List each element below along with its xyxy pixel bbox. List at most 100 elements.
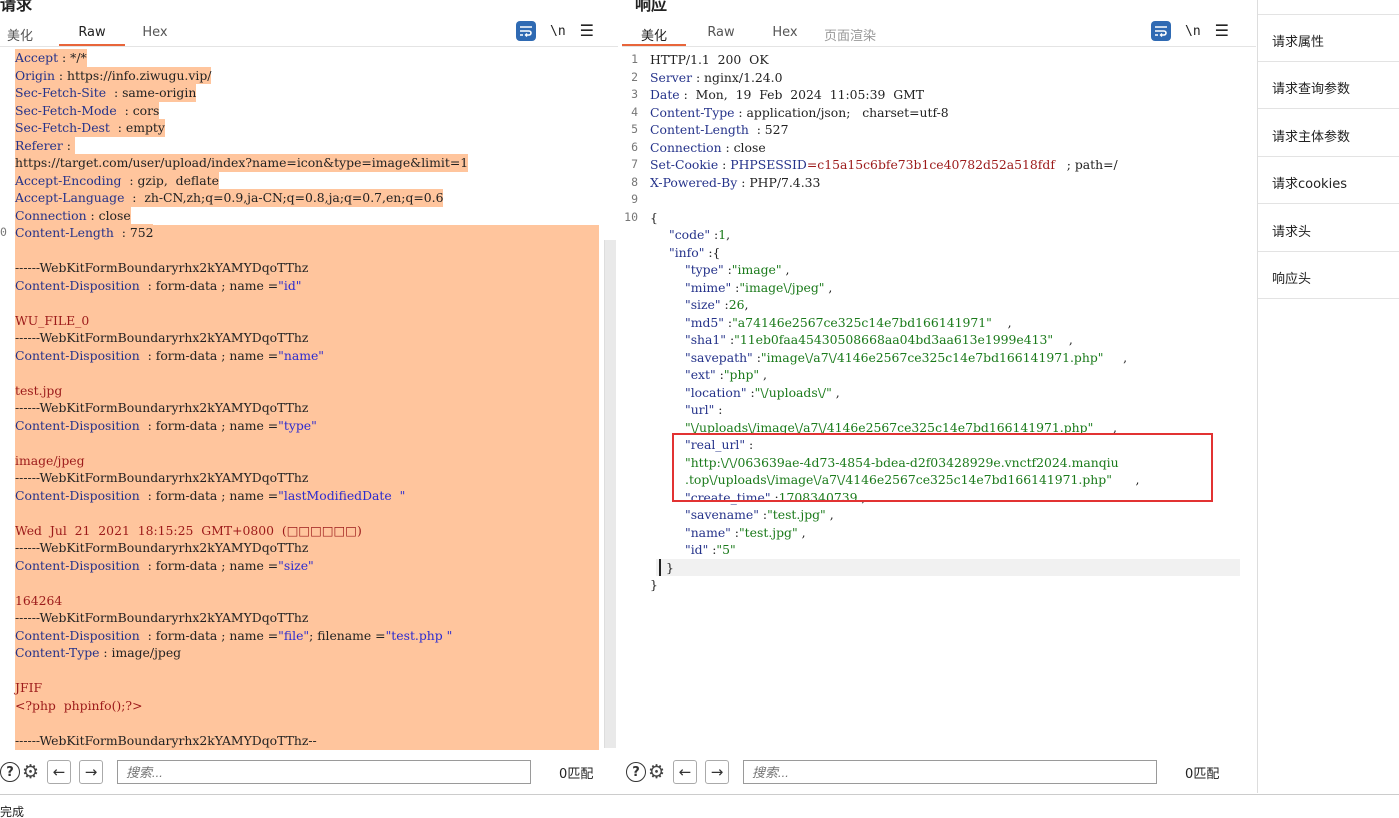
- tab-hex[interactable]: Hex: [770, 24, 800, 46]
- header-name: Sec-Fetch-Mode: [15, 102, 117, 118]
- json-line: "mime" :"image\/jpeg" ,: [624, 279, 1244, 297]
- json-punct: ,: [781, 262, 790, 277]
- header-name: Server: [650, 69, 692, 85]
- gear-icon[interactable]: ⚙: [22, 761, 39, 783]
- json-line: "sha1" :"11eb0faa45430508668aa04bd3aa613…: [624, 331, 1244, 349]
- side-item-body-params[interactable]: 请求主体参数: [1272, 126, 1350, 145]
- header-name: Content-Disposition: [15, 417, 140, 433]
- json-value: "test.jpg": [738, 524, 798, 540]
- separator: :: [58, 50, 71, 65]
- code-line: 9: [624, 191, 1244, 209]
- code-line: 5 Content-Length : 527: [624, 121, 1244, 139]
- code-line: ------WebKitFormBoundaryrhx2kYAMYDqoTThz: [0, 469, 600, 487]
- header-name: Content-Length: [15, 225, 114, 240]
- newline-icon[interactable]: \n: [1185, 24, 1201, 39]
- next-button[interactable]: →: [705, 760, 730, 784]
- side-item-response-headers[interactable]: 响应头: [1272, 268, 1311, 287]
- request-editor[interactable]: Accept : */* Origin : https://info.ziwugu…: [0, 49, 600, 749]
- line-text: Content-Length : 527: [650, 121, 788, 139]
- help-icon[interactable]: ?: [626, 762, 646, 782]
- prev-button[interactable]: ←: [47, 760, 72, 784]
- tab-pretty[interactable]: 美化: [622, 24, 686, 46]
- prev-button[interactable]: ←: [673, 760, 698, 784]
- menu-icon[interactable]: ☰: [580, 23, 594, 39]
- json-key: "id": [685, 542, 709, 557]
- json-line: "location" :"\/uploads\/" ,: [624, 384, 1244, 402]
- code-line: 1 HTTP/1.1 200 OK: [624, 51, 1244, 69]
- header-name: Sec-Fetch-Dest: [15, 120, 110, 135]
- json-punct: ,: [744, 297, 749, 312]
- next-button[interactable]: →: [79, 760, 104, 784]
- header-value: form-data ; name =: [155, 417, 279, 433]
- side-item-query-params[interactable]: 请求查询参数: [1272, 78, 1350, 97]
- response-search-input[interactable]: [743, 760, 1158, 784]
- line-text: Content-Disposition : form-data ; name =…: [15, 417, 317, 435]
- tab-render[interactable]: 页面渲染: [820, 24, 880, 46]
- json-text: "info" :{: [669, 244, 720, 262]
- line-text: WU_FILE_0: [15, 312, 89, 330]
- request-pane: 请求 美化 Raw Hex \n ☰ Accept : */* Origin : …: [0, 0, 618, 793]
- code-line: 6 Connection : close: [624, 139, 1244, 157]
- json-value: "a74146e2567ce325c14e7bd166141971": [732, 314, 992, 330]
- line-text: Origin : https://info.ziwugu.vip/: [15, 66, 212, 84]
- cookie-name: PHPSESSID: [730, 157, 807, 172]
- line-text: Connection : close: [650, 139, 766, 157]
- gear-icon[interactable]: ⚙: [648, 761, 665, 783]
- wrap-lines-icon[interactable]: [1151, 21, 1171, 41]
- response-title: 响应: [635, 0, 668, 14]
- json-value: "image\/jpeg": [739, 279, 825, 295]
- line-number: 10: [624, 209, 638, 224]
- newline-icon[interactable]: \n: [550, 24, 566, 39]
- tab-raw[interactable]: Raw: [706, 24, 736, 46]
- code-line: 4 Content-Type : application/json; charse…: [624, 104, 1244, 122]
- line-text: JFIF: [15, 679, 42, 697]
- annotation-box: [672, 433, 1213, 502]
- header-value: HTTP/1.1 200 OK: [650, 52, 769, 67]
- tab-pretty[interactable]: 美化: [6, 24, 34, 46]
- header-value: close: [98, 207, 131, 223]
- code-line: Wed Jul 21 2021 18:15:25 GMT+0800 (□□□□□…: [0, 522, 600, 540]
- request-scrollbar[interactable]: [604, 240, 616, 748]
- header-value: ------WebKitFormBoundaryrhx2kYAMYDqoTThz: [15, 330, 309, 345]
- divider: [1258, 156, 1399, 157]
- separator: :: [54, 67, 67, 83]
- line-text: Sec-Fetch-Dest : empty: [15, 119, 165, 137]
- header-name: Content-Disposition: [15, 347, 140, 363]
- line-text: Content-Type : application/json; charset…: [650, 104, 949, 122]
- side-item-cookies[interactable]: 请求cookies: [1272, 173, 1347, 192]
- line-text: https://target.com/user/upload/index?nam…: [15, 154, 469, 172]
- line-text: Wed Jul 21 2021 18:15:25 GMT+0800 (□□□□□…: [15, 522, 362, 540]
- side-item-request-attributes[interactable]: 请求属性: [1272, 31, 1324, 50]
- request-search-input[interactable]: [117, 760, 532, 784]
- separator: :: [121, 172, 138, 188]
- status-bar: 完成: [0, 794, 1399, 818]
- side-item-request-headers[interactable]: 请求头: [1272, 221, 1311, 240]
- code-line: <?php phpinfo();?>: [0, 697, 600, 715]
- tab-hex[interactable]: Hex: [140, 24, 170, 46]
- json-text: }: [666, 559, 674, 577]
- line-text: Accept : */*: [15, 49, 87, 67]
- line-text: Server : nginx/1.24.0: [650, 69, 782, 87]
- divider: [1258, 251, 1399, 252]
- tab-raw[interactable]: Raw: [59, 24, 125, 46]
- response-editor[interactable]: 1 HTTP/1.1 200 OK 2 Server : nginx/1.24.0 3 D…: [624, 51, 1244, 594]
- tab-divider: [0, 46, 618, 47]
- json-text: "savename" :"test.jpg" ,: [685, 506, 834, 524]
- menu-icon[interactable]: ☰: [1215, 23, 1229, 39]
- header-name: Connection: [15, 207, 87, 223]
- code-line: JFIF: [0, 679, 600, 697]
- code-line: 7 Set-Cookie : PHPSESSID=c15a15c6bfe73b1c…: [624, 156, 1244, 174]
- header-name: Content-Disposition: [15, 277, 140, 293]
- wrap-lines-icon[interactable]: [516, 21, 536, 41]
- code-line: https://target.com/user/upload/index?nam…: [0, 154, 600, 172]
- header-value: gzip, deflate: [137, 172, 219, 188]
- header-name: Accept: [15, 50, 59, 65]
- request-search-bar: ? ⚙ ← → 0匹配: [0, 757, 618, 787]
- code-line: 164264: [0, 592, 600, 610]
- help-icon[interactable]: ?: [0, 762, 20, 782]
- json-value: "test.jpg": [767, 507, 826, 522]
- json-sep: :: [723, 314, 733, 330]
